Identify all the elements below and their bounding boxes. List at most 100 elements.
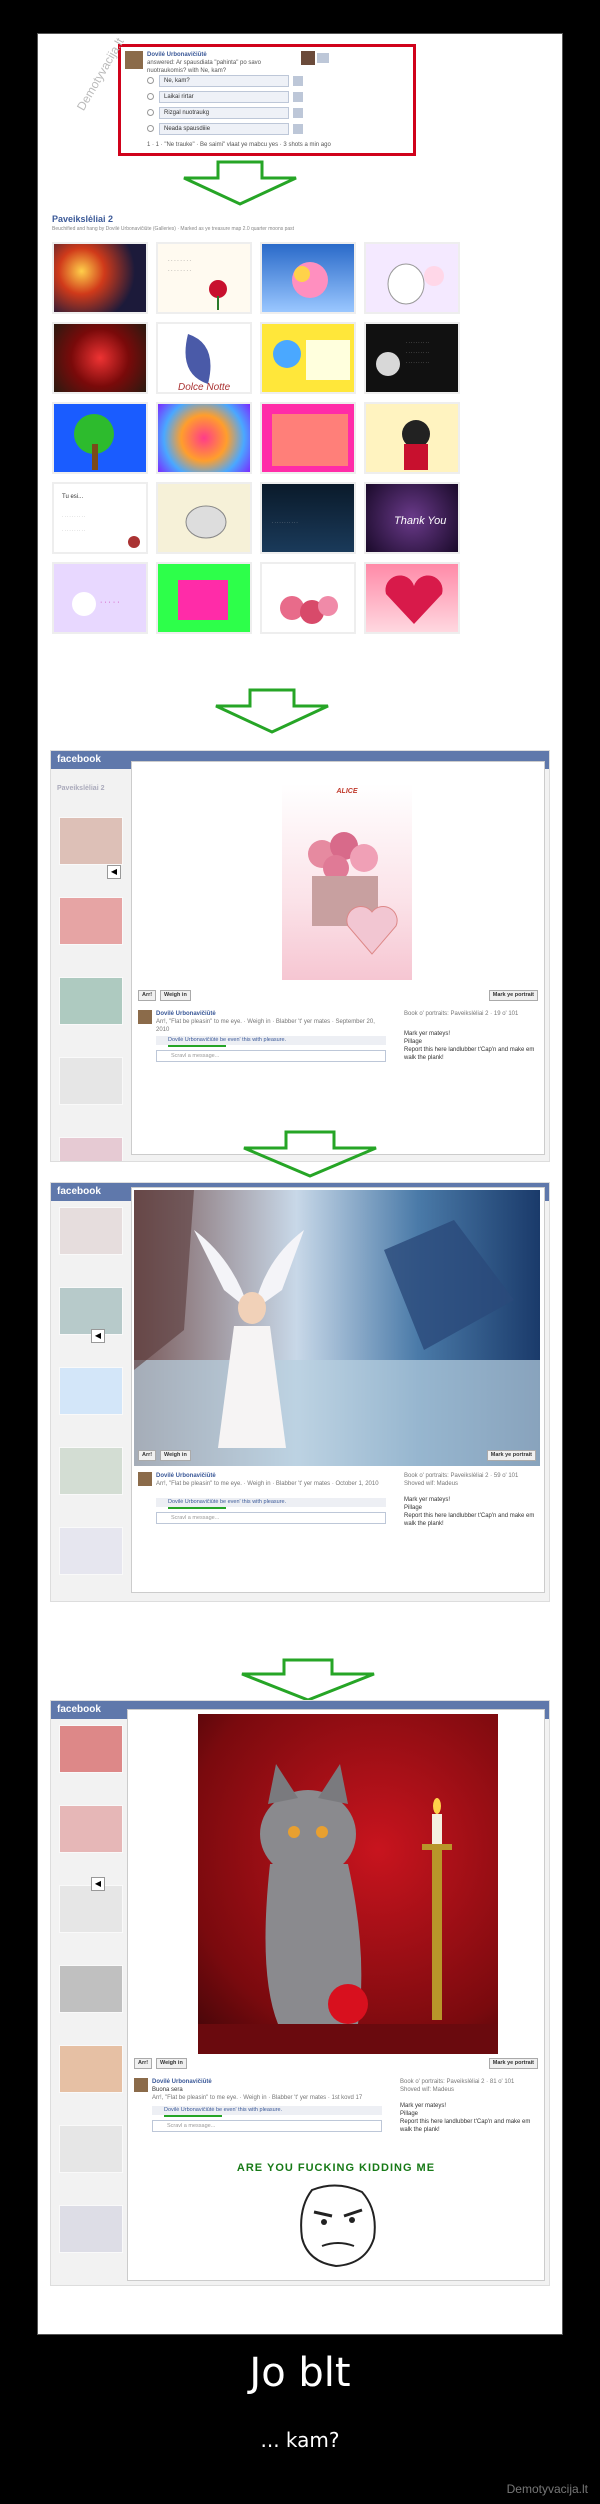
photo-thumbnail[interactable] [59, 1207, 123, 1255]
svg-text:· · · · · · · · · · ·: · · · · · · · · · · · [272, 520, 298, 525]
photo-thumbnail[interactable] [260, 242, 356, 314]
like-line: Dovilė Urbonavičiūtė be even' this with … [156, 1036, 386, 1045]
photo-thumbnail[interactable] [59, 1137, 123, 1161]
watermark[interactable]: Demotyvacija.lt [507, 2482, 588, 2496]
photo-thumbnail[interactable] [364, 242, 460, 314]
photo-thumbnail[interactable] [59, 2125, 123, 2173]
svg-text:· · · · · · · · · ·: · · · · · · · · · · [406, 340, 429, 345]
down-arrow-icon [180, 160, 300, 206]
comment-input[interactable]: Scravl a message... [152, 2120, 382, 2132]
photo-thumbnail[interactable]: · · · · · · · · · · · · · · · · · · · · · … [364, 322, 460, 394]
prev-arrow-icon[interactable]: ◀ [107, 865, 121, 879]
facebook-logo[interactable]: facebook [57, 1186, 101, 1197]
prev-arrow-icon[interactable]: ◀ [91, 1329, 105, 1343]
album-title: Paveikslėliai 2 [57, 785, 105, 792]
gallery-title[interactable]: Paveikslėliai 2 [52, 214, 113, 224]
photo-thumbnail[interactable] [59, 1965, 123, 2013]
poll-vote-bar [293, 108, 303, 118]
poll-option[interactable]: Neada spausdiiie [159, 123, 289, 135]
photo-thumbnail[interactable] [59, 1447, 123, 1495]
mark-portrait-button[interactable]: Mark ye portrait [488, 2058, 538, 2069]
comment-input[interactable]: Scravl a message... [156, 1512, 386, 1524]
photo-thumbnail[interactable] [52, 402, 148, 474]
main-photo: Arr! Weigh in Mark ye portrait [134, 1190, 540, 1466]
photo-thumbnail[interactable] [364, 562, 460, 634]
photo-thumbnail[interactable]: · · · · · · · · · · · [260, 482, 356, 554]
weigh-in-button[interactable]: Weigh in [156, 2058, 187, 2069]
report-link[interactable]: Report this here landlubber t'Cap'n and … [400, 2118, 540, 2134]
pillage-link[interactable]: Pillage [404, 1504, 542, 1512]
demotivational-poster-page: Dovilė Urbonavičiūtė answered: Ar spausd… [0, 0, 600, 2504]
comment-author[interactable]: Dovilė Urbonavičiūtė [156, 1472, 216, 1480]
comment-author[interactable]: Dovilė Urbonavičiūtė [152, 2078, 212, 2086]
avatar [138, 1472, 152, 1486]
photo-thumbnail[interactable] [156, 402, 252, 474]
arr-button[interactable]: Arr! [138, 1450, 157, 1461]
main-photo: ALICE [282, 784, 412, 980]
photo-thumbnail[interactable] [156, 482, 252, 554]
tag-link[interactable]: Mark yer mateys! [404, 1030, 542, 1038]
arr-button[interactable]: Arr! [138, 990, 157, 1001]
arr-button[interactable]: Arr! [134, 2058, 153, 2069]
report-link[interactable]: Report this here landlubber t'Cap'n and … [404, 1512, 542, 1528]
report-link[interactable]: Report this here landlubber t'Cap'n and … [404, 1046, 542, 1062]
photo-thumbnail[interactable] [59, 1885, 123, 1933]
poll-radio[interactable] [147, 77, 154, 84]
photo-thumbnail[interactable] [59, 1057, 123, 1105]
photo-thumbnail[interactable] [59, 2205, 123, 2253]
photo-thumbnail[interactable]: Thank You [364, 482, 460, 554]
poll-vote-bar [293, 124, 303, 134]
mark-portrait-button[interactable]: Mark ye portrait [486, 1450, 536, 1461]
svg-text:Dolce Notte: Dolce Notte [178, 382, 231, 393]
down-arrow-icon [238, 1658, 378, 1702]
photo-thumbnail[interactable] [59, 1527, 123, 1575]
facebook-logo[interactable]: facebook [57, 754, 101, 765]
photo-thumbnail[interactable] [59, 897, 123, 945]
photo-thumbnail[interactable] [156, 562, 252, 634]
mark-portrait-button[interactable]: Mark ye portrait [488, 990, 538, 1001]
photo-thumbnail[interactable]: Tu esi... · · · · · · · · · · · · · · · · … [52, 482, 148, 554]
photo-thumbnail[interactable] [260, 402, 356, 474]
tag-link[interactable]: Mark yer mateys! [400, 2102, 540, 2110]
photo-thumbnail[interactable] [59, 1805, 123, 1853]
poll-radio[interactable] [147, 125, 154, 132]
photo-thumbnail[interactable] [52, 322, 148, 394]
comment-author[interactable]: Dovilė Urbonavičiūtė [156, 1010, 216, 1018]
photo-viewer-panel: Arr! Weigh in Mark ye portrait Dovilė Ur… [131, 1187, 545, 1593]
poll-author[interactable]: Dovilė Urbonavičiūtė [147, 51, 207, 59]
poll-option[interactable]: Laikai rirtar [159, 91, 289, 103]
poll-vote-bar [293, 92, 303, 102]
photo-thumbnail[interactable] [59, 1367, 123, 1415]
photo-thumbnail[interactable] [59, 1287, 123, 1335]
tag-link[interactable]: Mark yer mateys! [404, 1496, 542, 1504]
comment-input[interactable]: Scravl a message... [156, 1050, 386, 1062]
photo-thumbnail[interactable] [59, 817, 123, 865]
poll-option[interactable]: Ne, kam? [159, 75, 289, 87]
photo-thumbnail[interactable] [59, 977, 123, 1025]
prev-arrow-icon[interactable]: ◀ [91, 1877, 105, 1891]
photo-thumbnail[interactable] [52, 242, 148, 314]
photo-thumbnail[interactable] [59, 1725, 123, 1773]
photo-thumbnail[interactable]: · · · · · [52, 562, 148, 634]
green-underline [168, 1045, 226, 1047]
poll-radio[interactable] [147, 93, 154, 100]
photo-thumbnail[interactable] [364, 402, 460, 474]
poster-frame: Dovilė Urbonavičiūtė answered: Ar spausd… [37, 33, 563, 2335]
tagged-info: Shoved wif: Madeus [404, 1481, 459, 1487]
photo-thumbnail[interactable] [260, 322, 356, 394]
album-info: Book o' portraits: Paveikslėliai 2 · 59 … [404, 1473, 519, 1479]
poll-radio[interactable] [147, 109, 154, 116]
photo-thumbnail[interactable] [260, 562, 356, 634]
pillage-link[interactable]: Pillage [400, 2110, 540, 2118]
photo-thumbnail[interactable]: Dolce Notte [156, 322, 252, 394]
svg-text:· · · · · · · · · ·: · · · · · · · · · · [406, 350, 429, 355]
weigh-in-button[interactable]: Weigh in [160, 1450, 191, 1461]
weigh-in-button[interactable]: Weigh in [160, 990, 191, 1001]
photo-thumbnail[interactable] [59, 2045, 123, 2093]
poll-vote-bar [293, 76, 303, 86]
photo-thumbnail[interactable]: · · · · · · · · · · · · · · · · [156, 242, 252, 314]
facebook-logo[interactable]: facebook [57, 1704, 101, 1715]
poll-option[interactable]: Rizgal nuotraukg [159, 107, 289, 119]
pillage-link[interactable]: Pillage [404, 1038, 542, 1046]
main-photo [198, 1714, 498, 2054]
